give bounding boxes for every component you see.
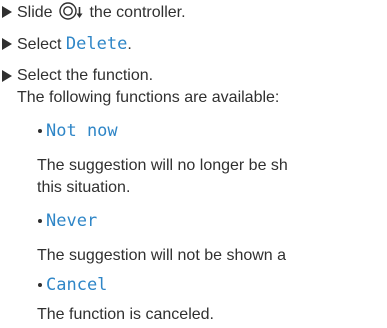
step-bullet-arrow: [2, 38, 12, 50]
controller-slide-down-icon: [59, 2, 83, 20]
step-1-text: Slide the controller.: [17, 2, 186, 22]
option-bullet: [38, 283, 42, 287]
step-2-after: .: [127, 36, 132, 53]
option-never-desc-line-1: The suggestion will not be shown a: [37, 247, 287, 264]
option-not-now-label: Not now: [46, 121, 118, 141]
option-never-label: Never: [46, 211, 98, 231]
step-3-continuation: The following functions are available:: [17, 89, 280, 106]
option-not-now-desc-line-2: this situation.: [37, 179, 131, 196]
step-2-before: Select: [17, 36, 66, 53]
option-not-now-desc-line-1: The suggestion will no longer be sh: [37, 157, 288, 174]
term-delete: Delete: [65, 34, 128, 54]
option-cancel-desc-line-1: The function is canceled.: [37, 306, 214, 323]
step-bullet-arrow: [2, 6, 12, 18]
option-bullet: [38, 219, 42, 223]
step-3-text: Select the function.: [17, 67, 154, 84]
step-bullet-arrow: [2, 70, 12, 82]
step-1-after: the controller.: [85, 4, 186, 21]
option-bullet: [38, 129, 42, 133]
step-1-before: Slide: [17, 4, 58, 21]
step-2-text: Select Delete.: [17, 34, 132, 54]
option-cancel-label: Cancel: [46, 275, 108, 295]
